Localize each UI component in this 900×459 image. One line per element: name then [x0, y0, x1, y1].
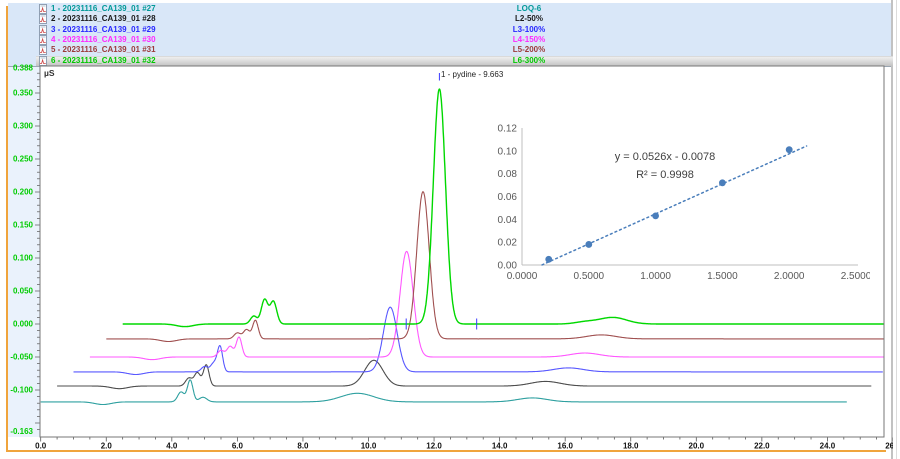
svg-text:0.02: 0.02	[498, 238, 518, 249]
chromatography-workspace: 1 - 20231116_CA139_01 #27 LOQ-6 2 - 2023…	[0, 0, 900, 459]
svg-text:2.5000: 2.5000	[841, 271, 870, 282]
svg-text:0.350: 0.350	[13, 89, 34, 98]
svg-text:0.5000: 0.5000	[574, 271, 605, 282]
svg-text:0.0: 0.0	[35, 442, 47, 451]
svg-text:0.12: 0.12	[498, 124, 518, 135]
svg-text:0.250: 0.250	[13, 155, 34, 164]
trendline-equation: y = 0.0526x - 0.0078	[515, 151, 815, 163]
svg-text:18.0: 18.0	[623, 442, 639, 451]
svg-text:0.150: 0.150	[13, 221, 34, 230]
svg-text:0.06: 0.06	[498, 192, 518, 203]
svg-text:24.0: 24.0	[820, 442, 836, 451]
svg-text:8.0: 8.0	[297, 442, 309, 451]
svg-text:14.0: 14.0	[492, 442, 508, 451]
svg-text:1.0000: 1.0000	[640, 271, 671, 282]
svg-text:12.0: 12.0	[426, 442, 442, 451]
svg-text:-0.100: -0.100	[10, 386, 33, 395]
svg-text:-0.050: -0.050	[10, 353, 33, 362]
svg-text:2.0: 2.0	[101, 442, 113, 451]
svg-text:0.388: 0.388	[13, 64, 34, 73]
panel-splitter-shadow	[896, 0, 897, 459]
svg-text:0.000: 0.000	[13, 320, 34, 329]
svg-text:0.04: 0.04	[498, 215, 518, 226]
peak-annotation: 1 - pydine - 9.663	[441, 70, 503, 79]
svg-text:2.0000: 2.0000	[774, 271, 805, 282]
svg-text:22.0: 22.0	[754, 442, 770, 451]
y-axis-unit-label: µS	[44, 68, 55, 78]
svg-text:0.200: 0.200	[13, 188, 34, 197]
svg-text:0.00: 0.00	[498, 261, 518, 272]
svg-text:10.0: 10.0	[361, 442, 377, 451]
svg-text:20.0: 20.0	[689, 442, 705, 451]
svg-text:1.5000: 1.5000	[707, 271, 738, 282]
calibration-inset-chart: 0.000.020.040.060.080.100.120.00000.5000…	[490, 122, 870, 292]
svg-text:0.050: 0.050	[13, 287, 34, 296]
svg-text:0.100: 0.100	[13, 254, 34, 263]
svg-text:6.0: 6.0	[232, 442, 244, 451]
svg-text:26.0: 26.0	[885, 442, 893, 451]
svg-text:16.0: 16.0	[557, 442, 573, 451]
trendline-r-squared: R² = 0.9998	[515, 169, 815, 181]
svg-text:-0.163: -0.163	[10, 427, 33, 436]
svg-text:4.0: 4.0	[166, 442, 178, 451]
svg-text:0.0000: 0.0000	[507, 271, 538, 282]
svg-text:0.300: 0.300	[13, 122, 34, 131]
